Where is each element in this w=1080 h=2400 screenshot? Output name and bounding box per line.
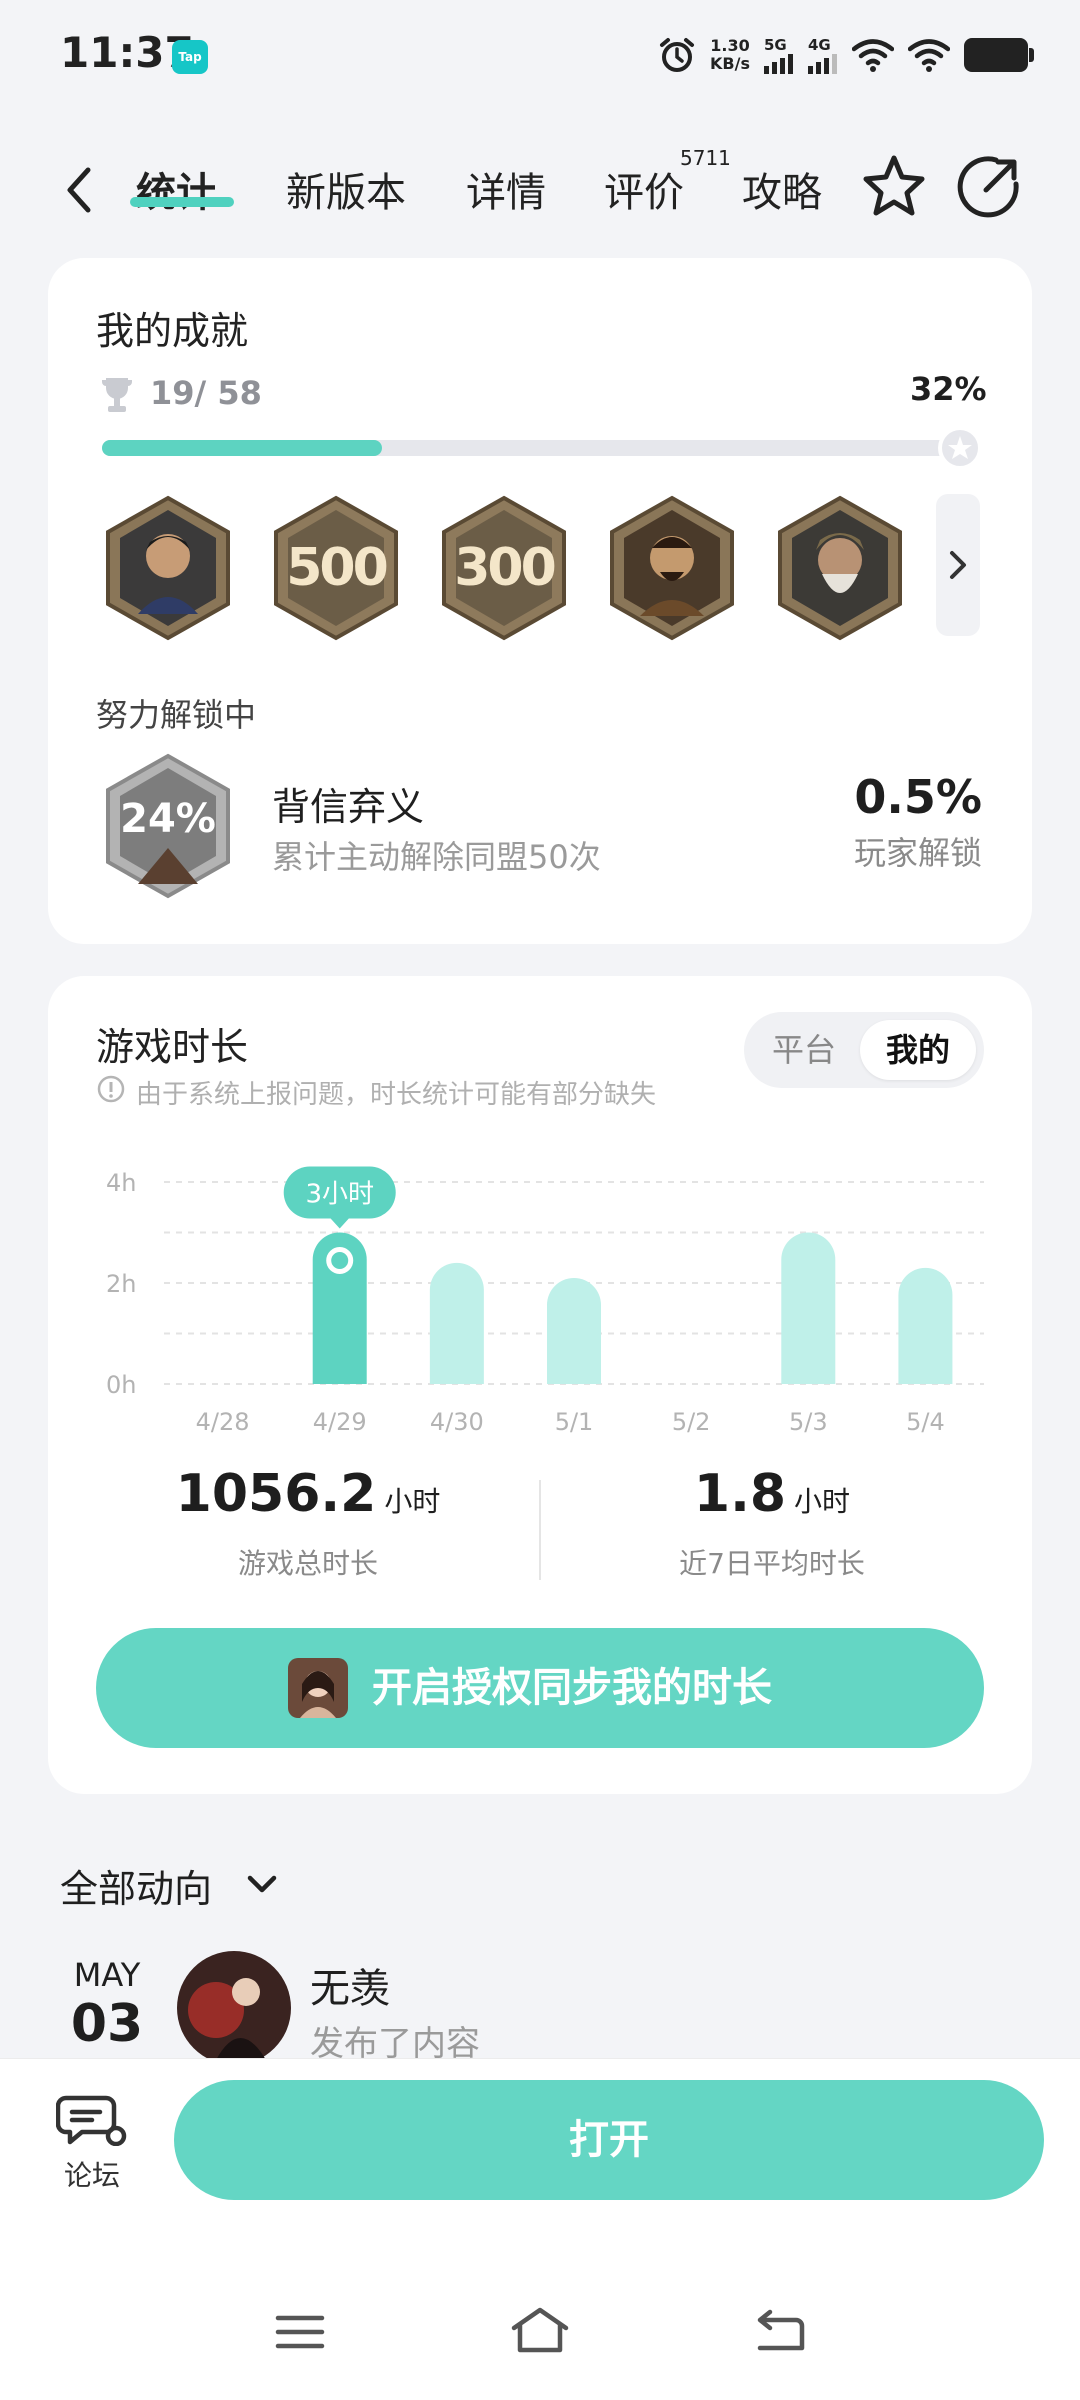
trophy-icon (102, 378, 132, 412)
achievement-badge-1[interactable] (102, 494, 234, 642)
battery-icon (964, 38, 1034, 72)
total-playtime: 1056.2 小时 (96, 1464, 520, 1524)
chart-x-tick-label: 4/28 (196, 1408, 250, 1436)
chart-x-tick-label: 5/3 (789, 1408, 828, 1436)
star-icon[interactable] (858, 150, 930, 222)
chart-y-tick-label: 4h (106, 1169, 136, 1197)
total-playtime-label: 游戏总时长 (237, 1547, 378, 1580)
chart-x-tick-label: 5/1 (555, 1408, 594, 1436)
achievements-more-button[interactable] (936, 494, 980, 636)
playtime-segment-control: 平台 我的 (744, 1012, 984, 1088)
alarm-icon (660, 38, 695, 72)
chart-y-tick-label: 2h (106, 1270, 136, 1298)
chart-bar-4/30[interactable] (429, 1262, 484, 1384)
chart-x-tick-label: 5/4 (906, 1408, 945, 1436)
feed-user-avatar[interactable] (176, 1950, 292, 2066)
progress-end-star-icon (938, 426, 982, 470)
achievement-badge-2[interactable]: 500 (270, 494, 402, 642)
wifi-icon (852, 39, 894, 72)
chart-bar-5/1[interactable] (547, 1277, 601, 1384)
unlocking-rate: 0.5% (854, 770, 982, 824)
chart-y-tick-label: 0h (106, 1371, 136, 1399)
sync-playtime-label: 开启授权同步我的时长 (372, 1665, 772, 1711)
chart-x-tick-label: 5/2 (672, 1408, 711, 1436)
feed-day: 03 (70, 1994, 144, 2054)
share-icon[interactable] (956, 152, 1024, 220)
playtime-bar-chart: 4h 2h 0h 4/28 3小时 4/29 4/30 5/1 5/2 5/3 5/4 (106, 1166, 984, 1436)
chart-bar-5/3[interactable] (781, 1232, 836, 1385)
signal-4g-icon (808, 54, 837, 74)
unlocking-name: 背信弃义 (272, 785, 425, 829)
chart-tooltip: 3小时 (283, 1166, 396, 1229)
info-icon (97, 1075, 125, 1103)
stats-divider (539, 1480, 541, 1580)
top-nav: 统计 新版本 详情 评价 攻略 (0, 140, 1080, 240)
achievement-progress-bar (102, 440, 978, 456)
back-arrow-icon[interactable] (60, 162, 100, 218)
unlocking-desc: 累计主动解除同盟50次 (272, 838, 601, 876)
tab-new-version[interactable]: 新版本 (286, 160, 406, 218)
forum-chat-icon (55, 2095, 127, 2147)
chart-tooltip-label: 3小时 (305, 1180, 374, 1210)
tab-reviews[interactable]: 评价 (604, 160, 684, 218)
chart-x-tick-label: 4/30 (430, 1408, 484, 1436)
segment-platform[interactable]: 平台 (754, 1020, 854, 1080)
unlocking-title: 努力解锁中 (96, 696, 257, 734)
badge-500-text: 500 (286, 538, 389, 598)
tab-stats[interactable]: 统计 (136, 160, 216, 218)
chart-x-tick-label: 4/29 (313, 1408, 367, 1436)
tap-app-icon: Tap (172, 40, 208, 74)
wifi-icon-2 (908, 39, 950, 72)
achievement-badge-3[interactable]: 300 (438, 494, 570, 642)
home-icon[interactable] (508, 2304, 572, 2356)
total-playtime-unit: 小时 (384, 1485, 441, 1518)
avg-playtime: 1.8 小时 (560, 1464, 984, 1524)
achievement-badge-4[interactable] (606, 494, 738, 642)
signal-5g-icon (764, 54, 793, 74)
forum-label: 论坛 (63, 2159, 120, 2192)
tab-details[interactable]: 详情 (466, 160, 546, 218)
avg-playtime-label: 近7日平均时长 (679, 1547, 865, 1580)
network-4g-label: 4G (808, 36, 831, 54)
sync-playtime-button[interactable]: 开启授权同步我的时长 (96, 1628, 984, 1748)
chart-bar-4/29[interactable] (312, 1232, 367, 1385)
achievement-count: 19/ 58 (150, 374, 262, 412)
avatar (288, 1658, 348, 1718)
chevron-down-icon[interactable] (242, 1864, 282, 1904)
tab-guides[interactable]: 攻略 (742, 160, 822, 218)
playtime-title: 游戏时长 (96, 1025, 249, 1069)
network-5g-label: 5G (764, 36, 787, 54)
achievement-badge-5[interactable] (774, 494, 906, 642)
achievement-progress-fill (102, 440, 382, 456)
segment-mine[interactable]: 我的 (860, 1020, 976, 1080)
feed-month: MAY (73, 1956, 141, 1994)
network-speed: 1.30 KB/s (710, 36, 750, 73)
unlocking-badge-percent: 24% (120, 796, 216, 842)
achievements-title: 我的成就 (96, 309, 249, 353)
chevron-right-icon (950, 551, 966, 579)
chart-bar-5/4[interactable] (898, 1267, 953, 1384)
open-game-button[interactable]: 打开 (174, 2080, 1044, 2200)
unlocking-rate-label: 玩家解锁 (853, 834, 982, 872)
avg-playtime-unit: 小时 (794, 1485, 851, 1518)
feed-user-name[interactable]: 无羡 (310, 1956, 390, 2014)
badge-300-text: 300 (454, 538, 557, 598)
playtime-notice: 由于系统上报问题，时长统计可能有部分缺失 (136, 1080, 657, 1110)
avg-playtime-value: 1.8 (693, 1464, 787, 1524)
review-count-badge: 5711 (680, 146, 731, 170)
menu-icon[interactable] (272, 2310, 328, 2354)
total-playtime-value: 1056.2 (175, 1464, 377, 1524)
unlocking-badge[interactable]: 24% (102, 752, 234, 900)
status-bar: 11:37 Tap 1.30 KB/s 5G 4G (0, 0, 1080, 110)
tab-active-indicator (130, 197, 234, 207)
back-nav-icon[interactable] (752, 2306, 808, 2354)
forum-button[interactable]: 论坛 (55, 2090, 128, 2192)
achievement-percent: 32% (910, 370, 987, 408)
feed-filter-label[interactable]: 全部动向 (60, 1858, 212, 1913)
